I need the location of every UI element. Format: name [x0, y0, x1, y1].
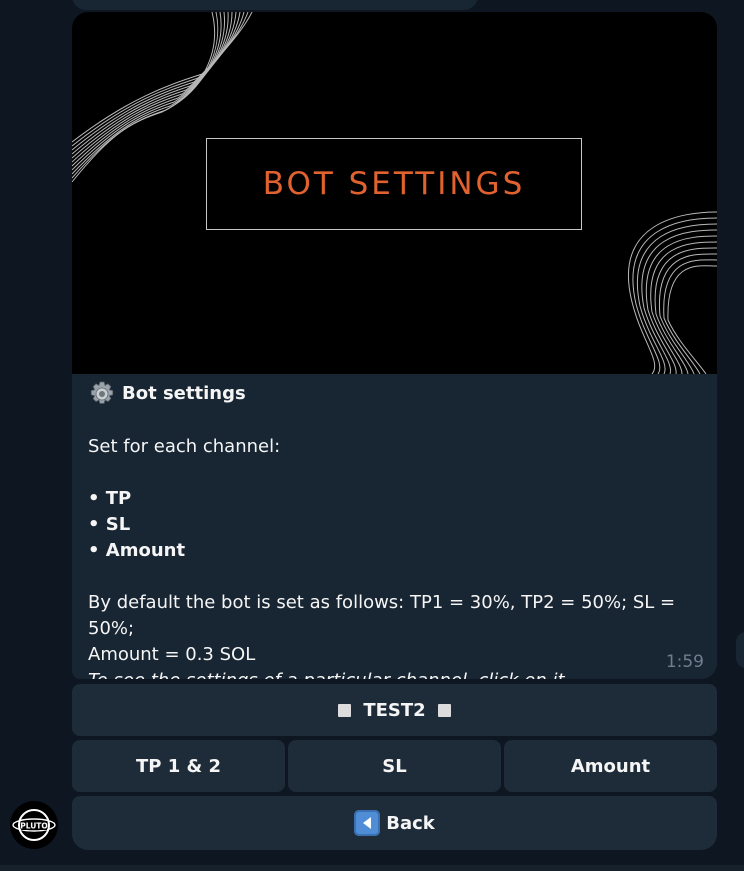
bullet-amount: • Amount: [88, 540, 186, 561]
bot-avatar[interactable]: PLUTO: [10, 801, 58, 849]
bullet-sl: • SL: [88, 514, 131, 535]
back-arrow-icon: [354, 810, 381, 836]
hint-text: To see the settings of a particular chan…: [88, 668, 708, 679]
banner-title-frame: BOT SETTINGS: [206, 138, 582, 230]
tp-button-label: TP 1 & 2: [135, 755, 222, 777]
defaults-text-line1: By default the bot is set as follows: TP…: [88, 592, 676, 639]
scroll-to-bottom-button[interactable]: [736, 632, 744, 668]
bullet-tp: • TP: [88, 488, 132, 509]
previous-message-bubble: [72, 0, 478, 10]
sl-button-label: SL: [382, 755, 407, 777]
defaults-text-line2: Amount = 0.3 SOL: [88, 644, 256, 665]
white-square-icon: [338, 703, 352, 717]
amount-button[interactable]: Amount: [504, 740, 717, 792]
sl-button[interactable]: SL: [288, 740, 501, 792]
back-button-label: Back: [386, 812, 435, 834]
gear-icon: [88, 380, 116, 408]
channel-button-label: TEST2: [363, 699, 426, 721]
input-area-edge: [0, 865, 744, 871]
message-timestamp: 1:59: [665, 652, 704, 672]
avatar-text: PLUTO: [20, 822, 48, 831]
message-text: Bot settings Set for each channel: • TP …: [88, 380, 708, 679]
message-heading-line: Bot settings: [88, 380, 708, 408]
bot-message: BOT SETTINGS Bot settings Set for each c…: [72, 12, 717, 679]
channel-button-test2[interactable]: TEST2: [72, 684, 717, 736]
banner-title: BOT SETTINGS: [262, 166, 526, 202]
intro-text: Set for each channel:: [88, 436, 281, 457]
message-heading: Bot settings: [122, 383, 246, 404]
back-button[interactable]: Back: [72, 796, 717, 850]
tp-button[interactable]: TP 1 & 2: [72, 740, 285, 792]
amount-button-label: Amount: [570, 755, 651, 777]
white-square-icon: [437, 703, 451, 717]
banner-image: BOT SETTINGS: [72, 12, 717, 374]
